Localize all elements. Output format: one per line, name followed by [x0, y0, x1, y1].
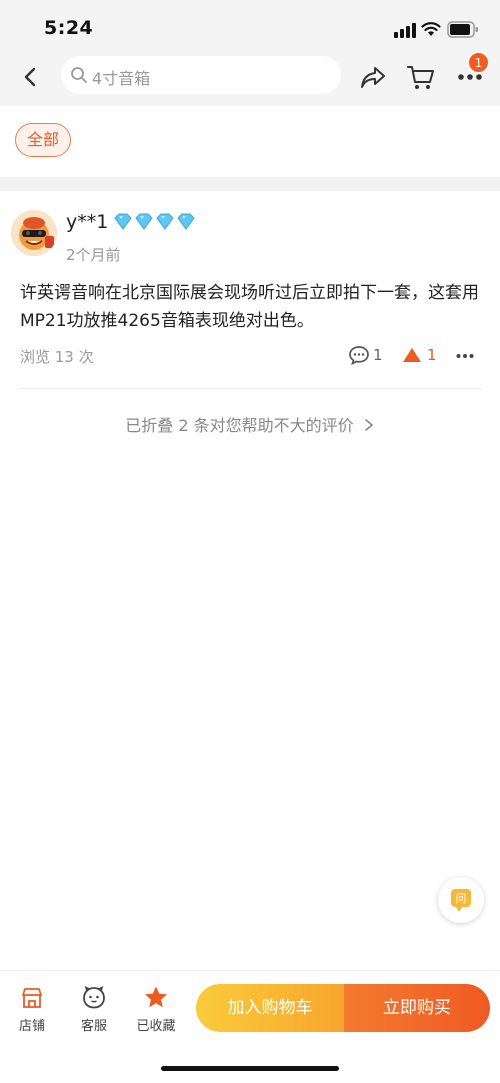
- filter-chip-all[interactable]: 全部: [15, 123, 71, 157]
- comment-count: 1: [373, 346, 383, 364]
- review-date: 2个月前: [66, 246, 121, 264]
- folded-reviews-link[interactable]: 已折叠 2 条对您帮助不大的评价: [0, 412, 500, 436]
- shop-icon: [22, 988, 42, 1008]
- search-icon: [71, 67, 87, 83]
- customer-service-tab[interactable]: 客服: [69, 984, 119, 1034]
- share-icon[interactable]: [359, 64, 387, 90]
- like-icon[interactable]: [402, 347, 422, 363]
- section-divider: [0, 177, 500, 191]
- review-more-icon[interactable]: [456, 353, 474, 359]
- wifi-icon: [421, 22, 441, 36]
- shop-tab-label: 店铺: [18, 1019, 45, 1034]
- back-arrow-icon[interactable]: [21, 66, 41, 88]
- review-username: y**1: [66, 211, 109, 233]
- review-divider: [20, 388, 482, 389]
- review-views: 浏览 13 次: [20, 348, 94, 366]
- ask-question-button[interactable]: 问: [438, 877, 484, 923]
- more-icon[interactable]: [457, 73, 483, 81]
- avatar-image: [11, 210, 57, 256]
- cellular-signal-icon: [394, 23, 416, 38]
- customer-service-tab-label: 客服: [80, 1019, 107, 1034]
- review-content: 许英谔音响在北京国际展会现场听过后立即拍下一套，这套用MP21功放推4265音箱…: [20, 283, 479, 331]
- notification-badge: 1: [468, 52, 489, 73]
- add-to-cart-button[interactable]: 加入购物车: [196, 984, 344, 1032]
- star-icon: [145, 986, 167, 1008]
- folded-reviews-text: 已折叠 2 条对您帮助不大的评价: [125, 416, 354, 435]
- like-count: 1: [427, 346, 437, 364]
- customer-service-icon: [83, 986, 105, 1009]
- search-placeholder: 4寸音箱: [92, 69, 151, 88]
- comment-icon[interactable]: [348, 345, 370, 365]
- shop-tab[interactable]: 店铺: [7, 984, 57, 1034]
- avatar[interactable]: [11, 210, 57, 256]
- cart-icon[interactable]: [406, 63, 436, 91]
- buy-now-button[interactable]: 立即购买: [344, 984, 490, 1032]
- favorite-tab[interactable]: 已收藏: [131, 984, 181, 1034]
- favorite-tab-label: 已收藏: [136, 1019, 176, 1034]
- vip-level-diamonds: [112, 212, 198, 232]
- home-indicator: [161, 1066, 339, 1071]
- ask-button-label: 问: [455, 892, 467, 905]
- battery-icon: [447, 21, 478, 38]
- status-time: 5:24: [44, 17, 94, 39]
- chevron-right-icon: [364, 419, 373, 431]
